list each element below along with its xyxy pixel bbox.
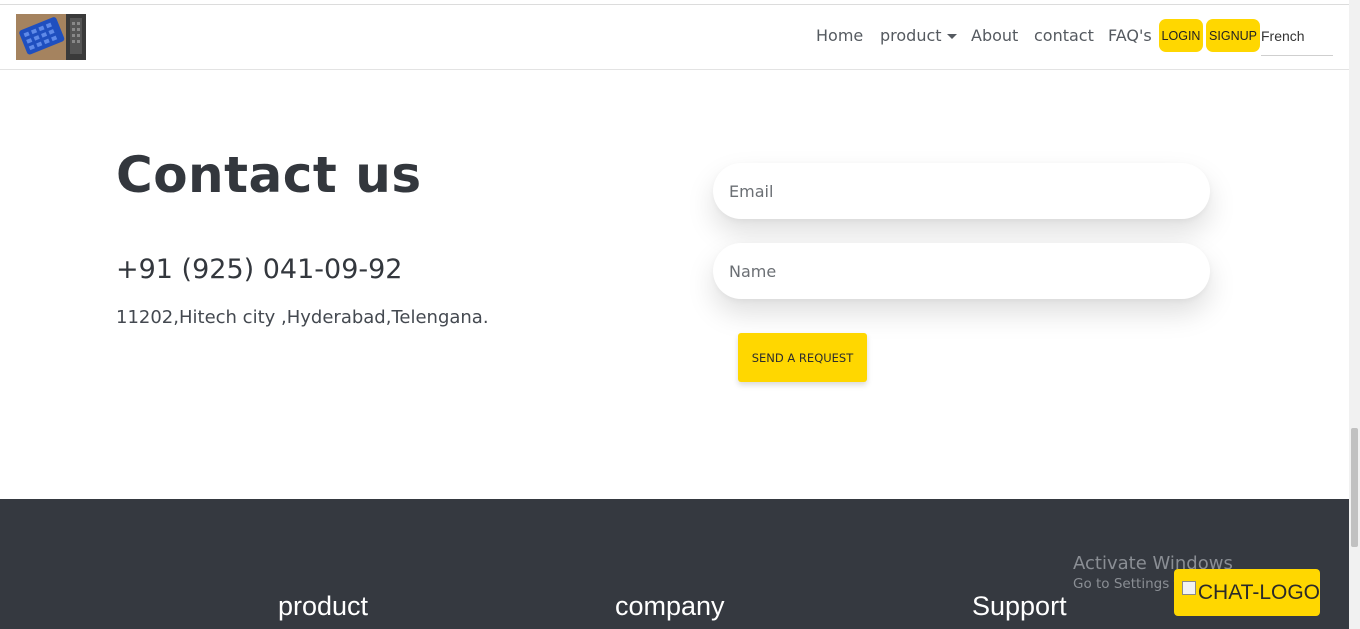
chat-button[interactable]: CHAT-LOGO — [1174, 569, 1320, 616]
site-logo[interactable] — [16, 14, 86, 60]
phone-number: +91 (925) 041-09-92 — [116, 254, 403, 285]
contact-title: Contact us — [116, 146, 422, 204]
scrollbar-thumb[interactable] — [1351, 428, 1358, 547]
chat-logo-alt-text: CHAT-LOGO — [1197, 580, 1320, 604]
language-select-value: French — [1261, 28, 1305, 44]
footer-heading-company: company — [615, 591, 725, 621]
page-scrollbar[interactable] — [1349, 0, 1360, 629]
logo-image — [16, 14, 86, 60]
language-select[interactable]: French — [1261, 25, 1333, 56]
navbar: Home product About contact FAQ's LOGIN S… — [0, 5, 1349, 70]
footer-heading-support: Support — [972, 591, 1067, 621]
broken-image-icon — [1182, 580, 1196, 595]
login-button[interactable]: LOGIN — [1159, 19, 1203, 52]
footer-heading-product: product — [278, 591, 369, 621]
nav-product-label: product — [880, 26, 942, 45]
caret-down-icon — [946, 34, 957, 39]
send-request-button[interactable]: SEND A REQUEST — [738, 333, 867, 382]
address: 11202,Hitech city ,Hyderabad,Telengana. — [116, 307, 489, 328]
nav-contact[interactable]: contact — [1034, 26, 1094, 45]
nav-home[interactable]: Home — [816, 26, 863, 45]
signup-button[interactable]: SIGNUP — [1206, 19, 1260, 52]
nav-product-dropdown[interactable]: product — [880, 26, 957, 45]
name-field[interactable] — [713, 243, 1210, 299]
nav-faq[interactable]: FAQ's — [1108, 26, 1152, 45]
page: Home product About contact FAQ's LOGIN S… — [0, 0, 1360, 629]
nav-about[interactable]: About — [971, 26, 1018, 45]
email-field[interactable] — [713, 163, 1210, 219]
